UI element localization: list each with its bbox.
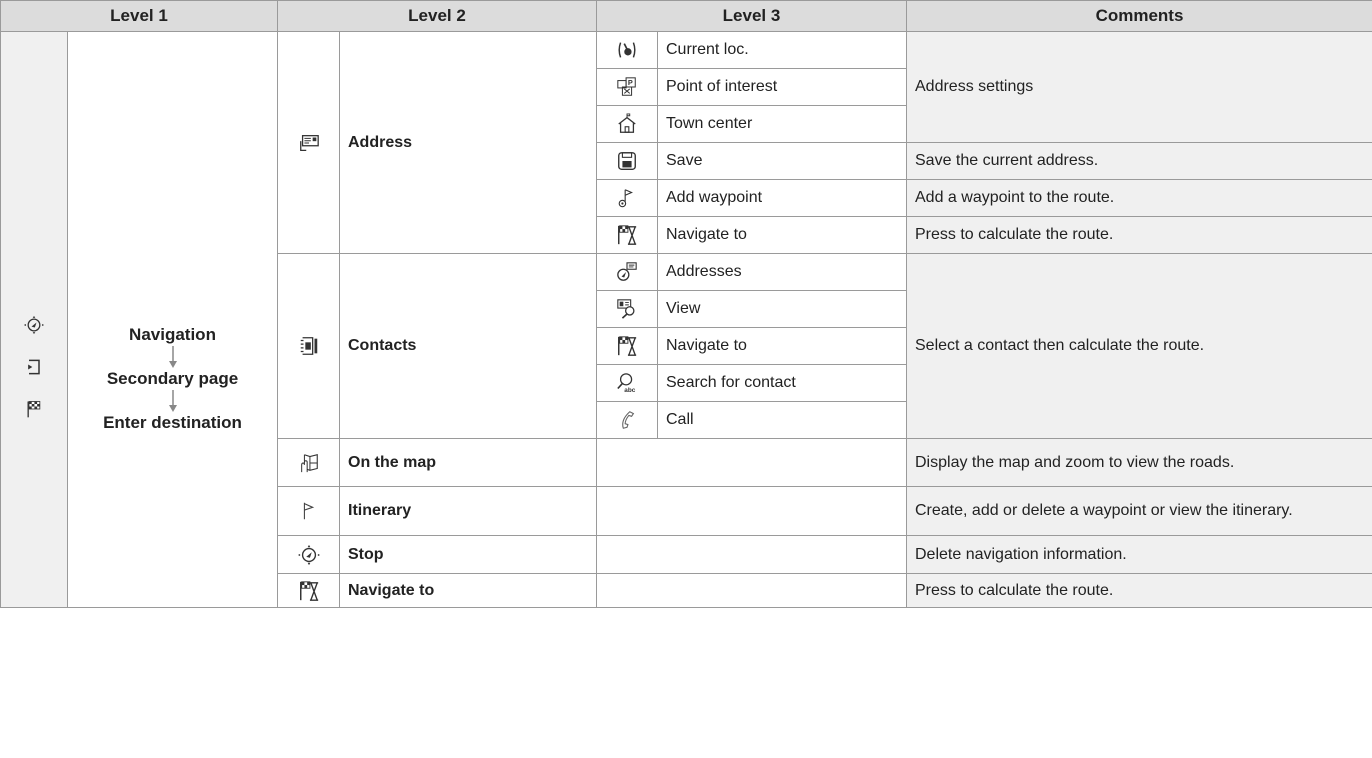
comment-contacts: Select a contact then calculate the rout…: [906, 253, 1372, 439]
header-level-1: Level 1: [0, 0, 278, 32]
comment-on-the-map: Display the map and zoom to view the roa…: [906, 438, 1372, 487]
comment-stop: Delete navigation information.: [906, 535, 1372, 574]
addresses-icon: [616, 261, 638, 283]
point-of-interest-icon: P: [616, 76, 638, 98]
menu-item-contacts-navigate-to[interactable]: Navigate to: [657, 327, 907, 365]
contacts-book-icon: [298, 335, 320, 357]
navigation-compass-icon: [24, 315, 44, 335]
arrow-down-icon: [168, 345, 178, 369]
comment-navigate-to-main: Press to calculate the route.: [906, 573, 1372, 608]
current-location-icon: [616, 39, 638, 61]
arrow-down-icon: [168, 389, 178, 413]
menu-item-address[interactable]: Address: [339, 31, 597, 254]
header-level-3: Level 3: [596, 0, 907, 32]
search-contact-icon: abc: [616, 372, 638, 394]
flag-icon: [298, 500, 320, 522]
secondary-page-icon: [24, 357, 44, 377]
menu-item-save[interactable]: Save: [657, 142, 907, 180]
path-step-enter-destination: Enter destination: [103, 413, 242, 432]
menu-item-navigate-to[interactable]: Navigate to: [657, 216, 907, 254]
navigate-to-icon: [616, 224, 638, 246]
menu-item-stop[interactable]: Stop: [339, 535, 597, 574]
menu-table: Level 1 Level 2 Level 3 Comments Navigat…: [0, 0, 1372, 608]
menu-item-addresses[interactable]: Addresses: [657, 253, 907, 291]
menu-item-add-waypoint[interactable]: Add waypoint: [657, 179, 907, 217]
menu-item-search-for-contact[interactable]: Search for contact: [657, 364, 907, 402]
comment-navigate-to: Press to calculate the route.: [906, 216, 1372, 254]
menu-item-navigate-to-main[interactable]: Navigate to: [339, 573, 597, 608]
header-level-2: Level 2: [277, 0, 597, 32]
navigate-to-icon: [298, 580, 320, 602]
navigate-to-icon: [616, 335, 638, 357]
menu-item-call[interactable]: Call: [657, 401, 907, 439]
level1-path-column: Navigation Secondary page Enter destinat…: [67, 31, 278, 608]
header-comments: Comments: [906, 0, 1372, 32]
comment-itinerary: Create, add or delete a waypoint or view…: [906, 486, 1372, 536]
map-touch-icon: [298, 452, 320, 474]
menu-item-view[interactable]: View: [657, 290, 907, 328]
destination-flag-icon: [24, 399, 44, 419]
path-step-navigation: Navigation: [129, 325, 216, 344]
navigation-compass-icon: [297, 544, 320, 566]
svg-text:abc: abc: [624, 387, 635, 394]
save-icon: [616, 150, 638, 172]
menu-item-town-center[interactable]: Town center: [657, 105, 907, 143]
phone-icon: [616, 409, 638, 431]
town-center-icon: [616, 113, 638, 135]
path-step-secondary-page: Secondary page: [106, 369, 239, 388]
menu-item-point-of-interest[interactable]: Point of interest: [657, 68, 907, 106]
comment-address-settings: Address settings: [906, 31, 1372, 143]
add-waypoint-icon: [616, 187, 638, 209]
svg-text:P: P: [628, 78, 633, 87]
level1-icon-column: [0, 31, 68, 608]
comment-add-waypoint: Add a waypoint to the route.: [906, 179, 1372, 217]
address-card-icon: [298, 132, 320, 154]
view-contact-icon: [616, 298, 638, 320]
menu-item-on-the-map[interactable]: On the map: [339, 438, 597, 487]
menu-item-contacts[interactable]: Contacts: [339, 253, 597, 439]
comment-save: Save the current address.: [906, 142, 1372, 180]
menu-item-current-loc[interactable]: Current loc.: [657, 31, 907, 69]
menu-item-itinerary[interactable]: Itinerary: [339, 486, 597, 536]
